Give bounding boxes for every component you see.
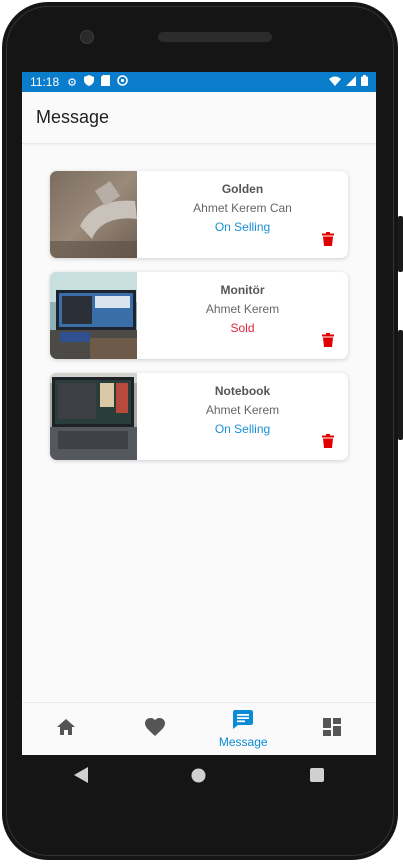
home-icon — [57, 718, 76, 740]
nav-dashboard[interactable] — [288, 703, 377, 755]
item-seller: Ahmet Kerem — [205, 302, 280, 316]
item-status: On Selling — [214, 422, 271, 436]
system-navigation — [22, 755, 376, 800]
item-info: Monitör Ahmet Kerem Sold — [137, 272, 348, 359]
dashboard-icon — [322, 717, 341, 741]
item-seller: Ahmet Kerem — [205, 403, 280, 417]
product-image — [50, 272, 137, 359]
item-name: Monitör — [220, 283, 265, 297]
delete-icon[interactable] — [322, 434, 334, 448]
back-icon[interactable] — [73, 767, 88, 788]
sync-icon — [117, 75, 128, 89]
list-item[interactable]: Notebook Ahmet Kerem On Selling — [50, 373, 348, 460]
home-button-icon[interactable] — [191, 768, 206, 788]
heart-icon — [144, 717, 165, 741]
earpiece-speaker — [158, 32, 272, 42]
delete-icon[interactable] — [322, 333, 334, 347]
volume-button — [398, 330, 403, 440]
item-name: Notebook — [214, 384, 271, 398]
list-item[interactable]: Monitör Ahmet Kerem Sold — [50, 272, 348, 359]
shield-icon — [84, 75, 95, 89]
screen: 11:18 ⚙ Message Golden Ahmet Kerem Can O… — [22, 72, 376, 755]
wifi-icon — [329, 75, 341, 89]
item-name: Golden — [221, 182, 264, 196]
bottom-navigation: Message — [22, 702, 376, 755]
front-camera — [80, 30, 94, 44]
message-icon — [233, 709, 254, 734]
item-info: Golden Ahmet Kerem Can On Selling — [137, 171, 348, 258]
sd-card-icon — [101, 75, 111, 89]
battery-icon — [361, 75, 368, 89]
nav-message[interactable]: Message — [199, 703, 288, 755]
power-button — [398, 216, 403, 272]
status-time: 11:18 — [30, 75, 60, 89]
nav-home[interactable] — [22, 703, 111, 755]
nav-favorites[interactable] — [111, 703, 200, 755]
product-image — [50, 373, 137, 460]
delete-icon[interactable] — [322, 232, 334, 246]
status-bar: 11:18 ⚙ — [22, 72, 376, 92]
page-title: Message — [36, 107, 110, 127]
message-list: Golden Ahmet Kerem Can On Selling Monitö… — [50, 171, 348, 474]
app-bar: Message — [22, 92, 376, 144]
recents-icon[interactable] — [310, 768, 325, 787]
product-image — [50, 171, 137, 258]
item-info: Notebook Ahmet Kerem On Selling — [137, 373, 348, 460]
signal-icon — [346, 75, 356, 89]
item-status: On Selling — [214, 220, 271, 234]
settings-icon: ⚙ — [67, 76, 78, 89]
nav-message-label: Message — [218, 734, 268, 749]
item-status: Sold — [230, 321, 255, 335]
item-seller: Ahmet Kerem Can — [193, 201, 292, 215]
list-item[interactable]: Golden Ahmet Kerem Can On Selling — [50, 171, 348, 258]
